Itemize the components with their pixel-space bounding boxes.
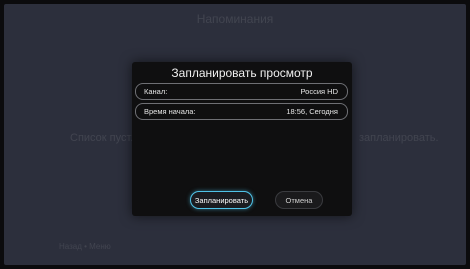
schedule-button[interactable]: Запланировать (190, 191, 253, 209)
channel-label: Канал: (144, 87, 168, 96)
channel-value: Россия HD (300, 87, 338, 96)
tv-screen: Напоминания Список пуст. запланировать. … (4, 4, 466, 265)
background-hint: Назад • Меню (59, 242, 111, 251)
cancel-button[interactable]: Отмена (275, 191, 323, 209)
dialog-title: Запланировать просмотр (171, 66, 313, 80)
start-time-label: Время начала: (144, 107, 196, 116)
background-empty-message-end: запланировать. (359, 132, 439, 144)
background-header: Напоминания (196, 12, 274, 26)
schedule-dialog: Запланировать просмотр Канал: Россия HD … (132, 62, 352, 216)
start-time-value: 18:56, Сегодня (286, 107, 338, 116)
start-time-row[interactable]: Время начала: 18:56, Сегодня (135, 103, 348, 120)
background-empty-message: Список пуст. (70, 132, 134, 144)
channel-row[interactable]: Канал: Россия HD (135, 83, 348, 100)
